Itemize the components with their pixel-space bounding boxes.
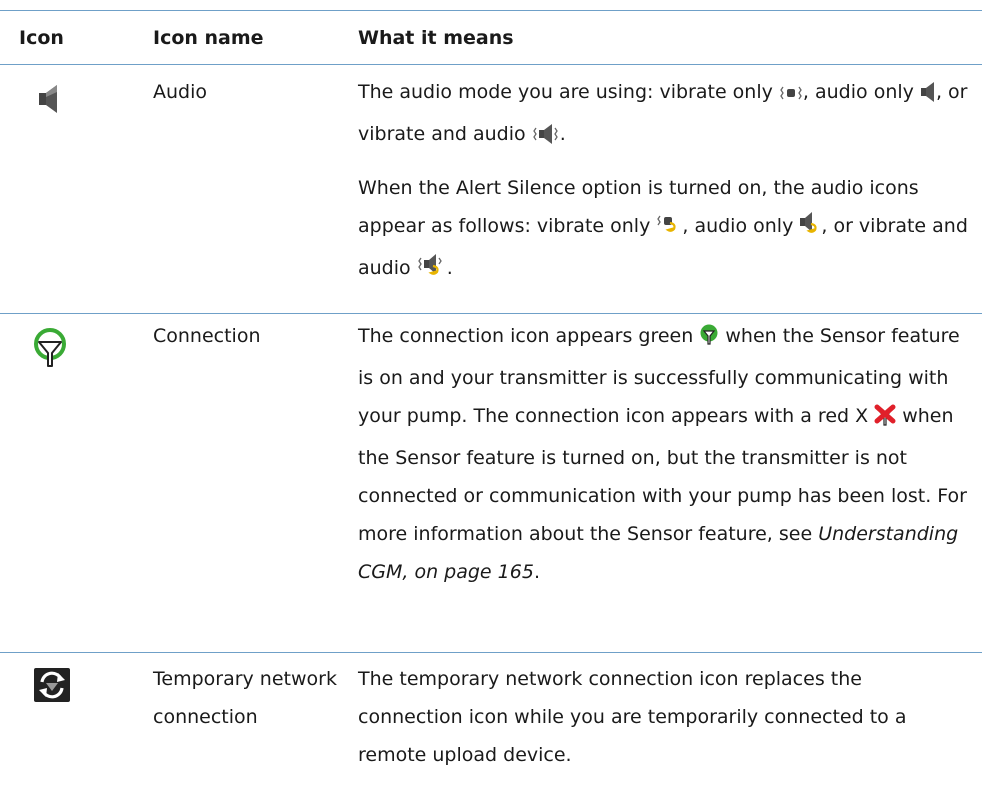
row-connection-desc: The connection icon appears green when t… xyxy=(358,317,970,591)
header-rule xyxy=(0,64,982,65)
row-rule-2 xyxy=(0,652,982,653)
connection-green-icon xyxy=(699,321,719,359)
connection-icon xyxy=(31,328,69,376)
row-temp-desc: The temporary network connection icon re… xyxy=(358,668,907,766)
header-meaning: What it means xyxy=(358,27,514,49)
row-audio-desc: The audio mode you are using: vibrate on… xyxy=(358,73,970,291)
header-icon: Icon xyxy=(19,27,64,49)
audio-icon xyxy=(920,77,936,115)
vibrate-silenced-icon xyxy=(656,211,682,249)
row-rule-1 xyxy=(0,313,982,314)
vibrate-audio-icon xyxy=(532,119,560,157)
row-audio-name: Audio xyxy=(153,81,208,103)
temporary-network-icon xyxy=(34,668,70,706)
row-temp-name: Temporary network connection xyxy=(153,668,337,728)
row-connection-name: Connection xyxy=(153,325,261,347)
speaker-icon xyxy=(38,84,60,118)
connection-red-x-icon xyxy=(874,401,896,439)
vibrate-icon xyxy=(779,77,803,115)
header-icon-name: Icon name xyxy=(153,27,264,49)
vibrate-audio-silenced-icon xyxy=(417,253,447,291)
audio-silenced-icon xyxy=(799,211,821,249)
